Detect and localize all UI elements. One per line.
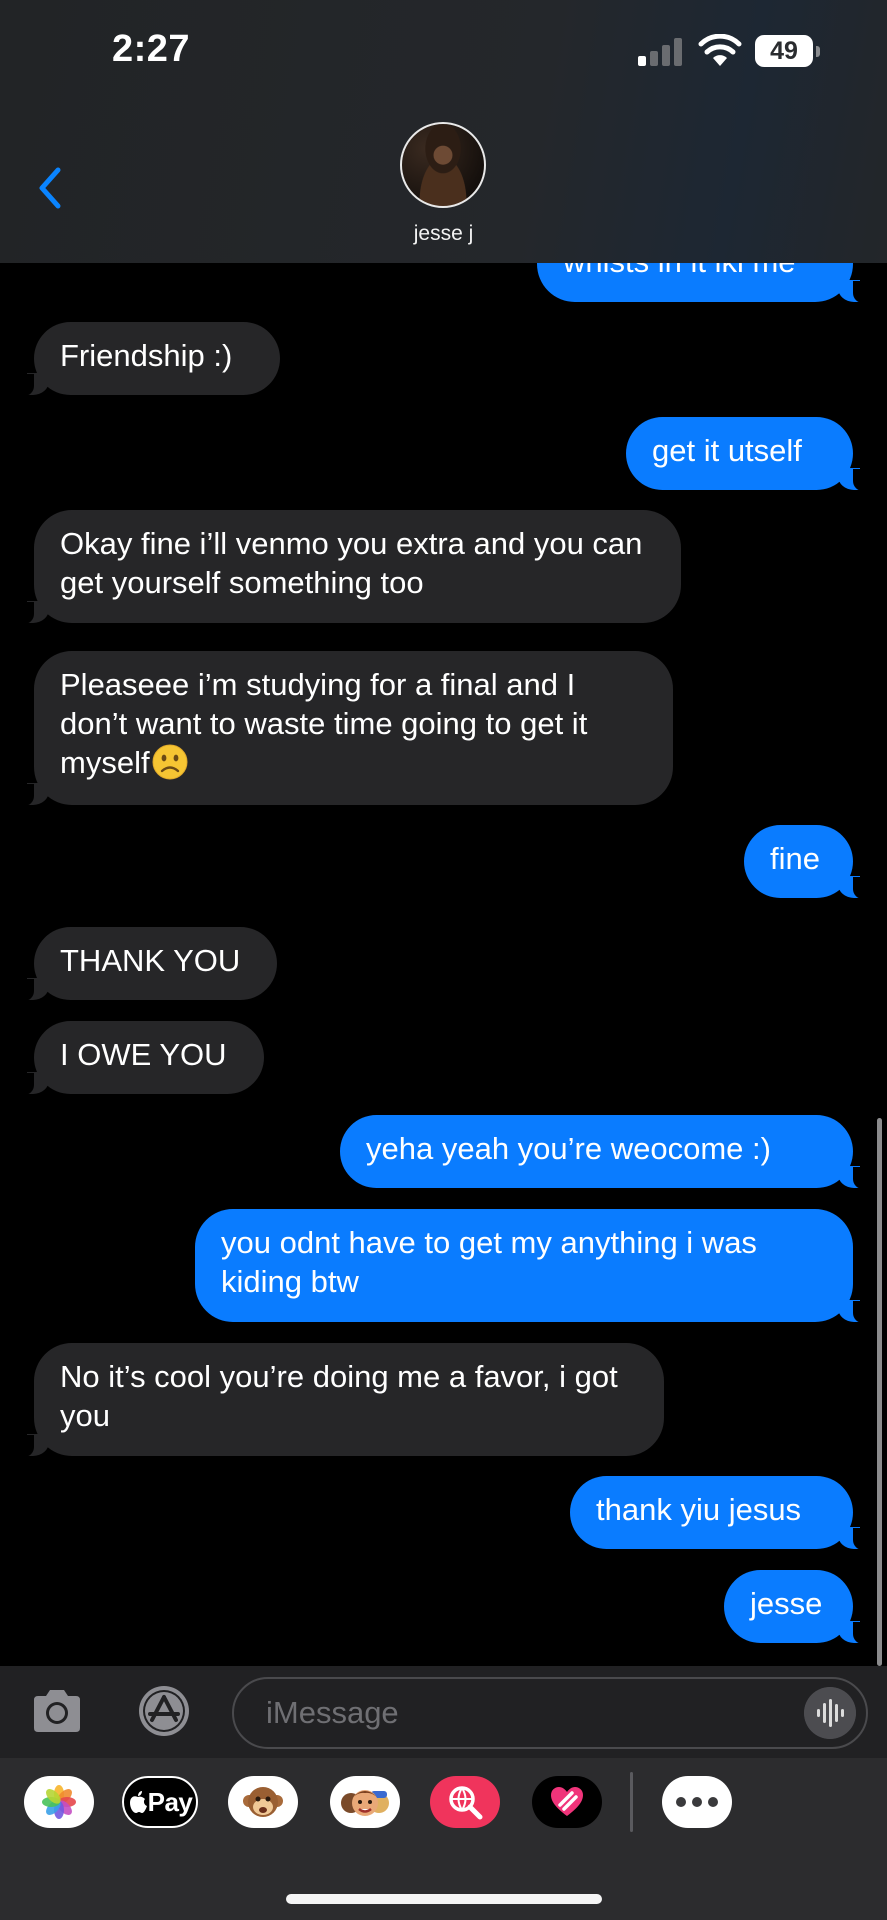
photos-flower-icon [42,1785,76,1819]
memoji-faces-icon [341,1790,389,1816]
apple-pay-icon[interactable]: Pay [122,1776,198,1828]
message-bubble-outgoing[interactable]: yeha yeah you’re weocome :) [340,1115,869,1189]
message-text: jesse [750,1586,823,1621]
message-bubble-outgoing[interactable]: thank yiu jesus [570,1476,869,1550]
back-button[interactable] [34,166,66,210]
photos-icon[interactable] [24,1776,94,1828]
battery-level: 49 [770,36,798,65]
monkey-memoji-icon[interactable] [228,1776,298,1828]
image-search-icon[interactable] [430,1776,500,1828]
message-text: Friendship :) [60,338,233,373]
message-text: you odnt have to get my anything i was k… [221,1225,757,1299]
message-text: Pleaseee i’m studying for a final and I … [60,667,588,780]
home-indicator[interactable] [286,1894,602,1904]
conversation-header: 2:27 49 jesse j [0,0,887,263]
message-text: THANK YOU [60,943,241,978]
app-store-icon[interactable] [130,1684,198,1738]
message-text: I OWE YOU [60,1037,227,1072]
memoji-stickers-icon[interactable] [330,1776,400,1828]
app-drawer: Pay [0,1758,887,1920]
message-text: thank yiu jesus [596,1492,802,1527]
globe-search-icon [449,1786,483,1820]
message-text: get it utself [652,433,802,468]
message-bubble-incoming[interactable]: No it’s cool you’re doing me a favor, i … [18,1343,664,1457]
message-text: Okay fine i’ll venmo you extra and you c… [60,526,643,600]
scrollbar[interactable] [877,1118,882,1666]
message-bubble-outgoing[interactable]: you odnt have to get my anything i was k… [195,1209,869,1323]
message-bubble-outgoing[interactable]: get it utself [626,417,869,491]
apple-logo-icon [129,1791,147,1813]
message-bubble-incoming[interactable]: Pleaseee i’m studying for a final and I … [18,651,673,806]
battery-icon: 49 [755,35,813,67]
drawer-divider [630,1772,633,1832]
message-bubble-incoming[interactable]: I OWE YOU [18,1021,264,1095]
message-text: fine [770,841,820,876]
more-apps-icon[interactable] [662,1776,732,1828]
message-bubble-incoming[interactable]: Friendship :) [18,322,280,396]
message-input[interactable]: iMessage [232,1677,868,1749]
message-text: No it’s cool you’re doing me a favor, i … [60,1359,618,1433]
ellipsis-icon [676,1797,718,1807]
slightly-frowning-face-icon [152,744,188,780]
battery-tip [816,46,820,57]
message-bubble-outgoing[interactable]: fine [744,825,869,899]
wifi-icon [698,34,742,66]
message-bubble-incoming[interactable]: Okay fine i’ll venmo you extra and you c… [18,510,681,624]
contact-avatar[interactable] [400,122,486,208]
message-bubble-incoming[interactable]: THANK YOU [18,927,277,1001]
input-bar: iMessage [0,1666,887,1758]
monkey-face-icon [243,1787,283,1817]
status-time: 2:27 [112,28,191,70]
digital-touch-icon[interactable] [532,1776,602,1828]
message-bubble-outgoing[interactable]: jesse [724,1570,869,1644]
cellular-signal-icon [638,38,686,66]
contact-name[interactable]: jesse j [0,222,887,246]
apple-pay-label: Pay [147,1786,193,1817]
message-text: yeha yeah you’re weocome :) [366,1131,771,1166]
message-input-placeholder: iMessage [266,1695,399,1730]
camera-icon[interactable] [30,1686,84,1736]
audio-message-icon[interactable] [804,1687,856,1739]
heart-touch-icon [551,1787,583,1816]
